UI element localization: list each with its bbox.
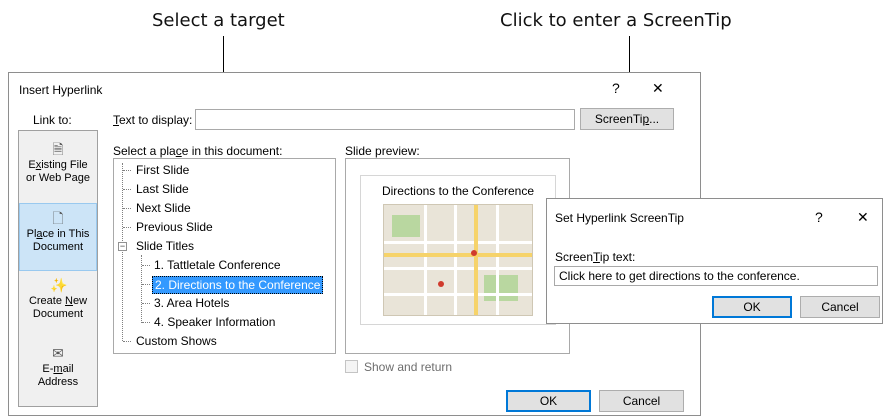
tree-branch	[142, 303, 150, 304]
text-to-display-input[interactable]	[195, 109, 575, 130]
help-icon[interactable]: ?	[612, 80, 620, 96]
select-place-label: Select a place in this document:	[113, 144, 282, 158]
tree-branch	[123, 170, 131, 171]
map-image	[383, 204, 533, 316]
tree-item-slide-1[interactable]: 1. Tattletale Conference	[152, 257, 283, 273]
tree-item-custom-shows[interactable]: Custom Shows	[134, 333, 219, 349]
tree-item-slide-titles[interactable]: Slide Titles	[134, 238, 196, 254]
ok-button[interactable]: OK	[506, 390, 591, 412]
tree-item-previous-slide[interactable]: Previous Slide	[134, 219, 215, 235]
link-email-l2: Address	[37, 376, 79, 388]
screentip-text-label-a: Screen	[555, 250, 594, 264]
link-email-mnemonic: m	[53, 363, 63, 375]
link-place-l1a: Pl	[26, 228, 37, 240]
tree-item-next-slide[interactable]: Next Slide	[134, 200, 193, 216]
text-to-display-label-rest: ext to display:	[119, 113, 193, 127]
tree-item-slide-3[interactable]: 3. Area Hotels	[152, 295, 231, 311]
screentip-help-icon[interactable]: ?	[815, 209, 823, 225]
show-and-return-checkbox[interactable]	[345, 360, 358, 373]
slide-preview-pane: Directions to the Conference	[345, 158, 570, 354]
select-place-label-b: e in this document:	[181, 144, 283, 158]
existing-file-icon: 🗎	[52, 141, 64, 157]
link-place-in-document[interactable]: 🗋 Place in This Document	[19, 203, 97, 271]
link-new-l2: Document	[32, 308, 84, 320]
link-new-l1a: Create	[28, 295, 66, 307]
link-email-l1b: ail	[62, 363, 74, 375]
link-to-label: Link to:	[33, 113, 72, 127]
link-new-mnemonic: N	[65, 295, 73, 307]
text-to-display-label: Text to display:	[113, 113, 192, 127]
dialog-title: Insert Hyperlink	[19, 83, 103, 97]
slide-thumbnail-title: Directions to the Conference	[381, 184, 535, 198]
link-existing-file-l1b: isting File	[41, 159, 88, 171]
link-email-address[interactable]: ✉ E-mail Address	[19, 339, 97, 407]
screentip-text-label: ScreenTip text:	[555, 250, 635, 264]
tree-branch	[123, 341, 131, 342]
new-document-icon: ✨	[50, 277, 68, 293]
link-existing-file[interactable]: 🗎 Existing File or Web Page	[19, 135, 97, 203]
tree-branch	[142, 322, 150, 323]
tree-item-last-slide[interactable]: Last Slide	[134, 181, 191, 197]
screentip-text-label-b: ip text:	[599, 250, 636, 264]
tree-branch	[123, 208, 131, 209]
screentip-cancel-button[interactable]: Cancel	[800, 296, 880, 318]
tree-branch	[123, 227, 131, 228]
collapse-icon[interactable]: −	[118, 242, 127, 251]
screentip-ok-button[interactable]: OK	[712, 296, 792, 318]
document-place-tree[interactable]: First Slide Last Slide Next Slide Previo…	[113, 158, 336, 354]
link-to-bar: 🗎 Existing File or Web Page 🗋 Place in T…	[18, 130, 98, 407]
slide-thumbnail: Directions to the Conference	[360, 175, 556, 325]
cancel-button[interactable]: Cancel	[599, 390, 684, 412]
screentip-button[interactable]: ScreenTip...	[580, 108, 674, 130]
select-place-label-a: Select a pla	[113, 144, 176, 158]
link-place-l2: Document	[32, 241, 84, 253]
tree-item-slide-2-selected[interactable]: 2. Directions to the Conference	[152, 276, 324, 294]
screentip-button-prefix: ScreenTi	[594, 112, 643, 126]
tree-branch	[123, 189, 131, 190]
link-email-l1a: E-	[42, 363, 54, 375]
link-existing-file-l2: or Web Page	[25, 172, 90, 184]
screentip-close-icon[interactable]: ✕	[857, 209, 869, 226]
link-create-new-document[interactable]: ✨ Create New Document	[19, 271, 97, 339]
tree-item-slide-4[interactable]: 4. Speaker Information	[152, 314, 277, 330]
link-new-l1b: ew	[72, 295, 88, 307]
link-place-l1b: ce in This	[42, 228, 90, 240]
close-icon[interactable]: ✕	[652, 80, 664, 97]
callout-select-target: Select a target	[152, 10, 285, 31]
screentip-dialog-title: Set Hyperlink ScreenTip	[555, 211, 684, 225]
show-and-return-label: Show and return	[364, 360, 453, 374]
screentip-button-suffix: ...	[649, 112, 660, 126]
place-in-document-icon: 🗋	[52, 210, 64, 226]
screentip-text-input[interactable]: Click here to get directions to the conf…	[554, 266, 878, 286]
callout-screentip: Click to enter a ScreenTip	[500, 10, 732, 31]
set-screentip-dialog: Set Hyperlink ScreenTip ? ✕ ScreenTip te…	[546, 198, 883, 324]
tree-branch	[142, 265, 150, 266]
tree-item-first-slide[interactable]: First Slide	[134, 162, 191, 178]
link-existing-file-l1a: E	[28, 159, 36, 171]
slide-preview-label: Slide preview:	[345, 144, 420, 158]
screentip-text-mnemonic: T	[593, 250, 600, 264]
email-icon: ✉	[52, 345, 64, 361]
tree-branch	[142, 284, 150, 285]
